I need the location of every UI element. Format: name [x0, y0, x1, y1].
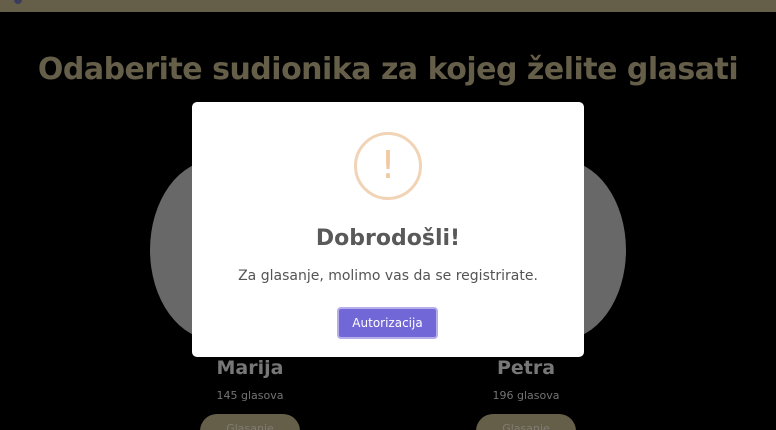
- welcome-dialog: ! Dobrodošli! Za glasanje, molimo vas da…: [192, 102, 584, 357]
- exclamation-icon: !: [354, 132, 422, 200]
- dialog-message: Za glasanje, molimo vas da se registrira…: [238, 268, 538, 284]
- voting-page: Odaberite sudionika za kojeg želite glas…: [0, 0, 776, 430]
- dialog-title: Dobrodošli!: [315, 226, 461, 251]
- authorization-button[interactable]: Autorizacija: [337, 307, 438, 339]
